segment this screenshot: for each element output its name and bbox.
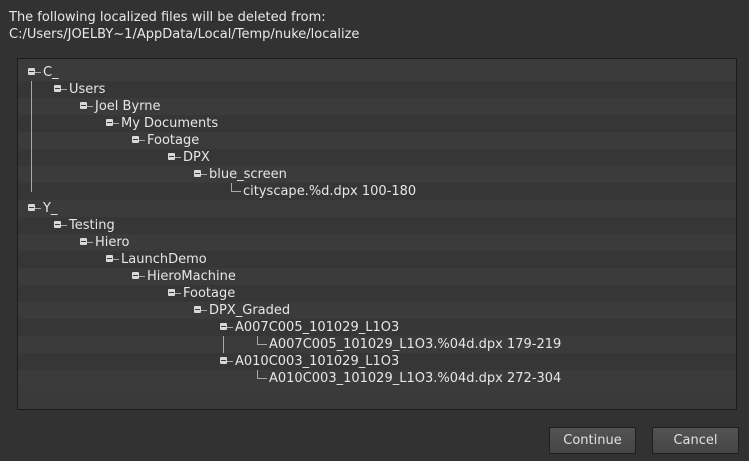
message-line-1: The following localized files will be de… bbox=[9, 10, 326, 25]
tree-branch-line bbox=[139, 276, 145, 277]
tree-item[interactable]: Footage bbox=[18, 285, 736, 302]
tree-item-label: C_ bbox=[43, 65, 59, 80]
tree-item[interactable]: A010C003_101029_L1O3 bbox=[18, 353, 736, 370]
tree-item-label: Users bbox=[69, 82, 106, 97]
tree-item[interactable]: Joel Byrne bbox=[18, 98, 736, 115]
tree-branch-line bbox=[257, 344, 267, 345]
tree-item-label: Y_ bbox=[43, 201, 58, 216]
tree-item-label: HieroMachine bbox=[147, 269, 236, 284]
tree-item-label: A010C003_101029_L1O3 bbox=[235, 354, 400, 369]
tree-branch-line bbox=[201, 310, 207, 311]
tree-item-label: DPX bbox=[183, 150, 210, 165]
tree-item-label: DPX_Graded bbox=[209, 303, 291, 318]
tree-item-label: blue_screen bbox=[209, 167, 287, 182]
tree-guide-line bbox=[31, 166, 32, 183]
tree-item-label: LaunchDemo bbox=[121, 252, 207, 267]
collapse-icon[interactable] bbox=[106, 255, 113, 262]
file-tree[interactable]: C_ Users Joel Byrne My Documents Footage… bbox=[17, 58, 737, 410]
tree-branch-line bbox=[61, 89, 67, 90]
tree-branch-line bbox=[113, 123, 119, 124]
tree-item[interactable]: Testing bbox=[18, 217, 736, 234]
message-path: C:/Users/JOELBY~1/AppData/Local/Temp/nuk… bbox=[9, 27, 360, 42]
tree-item-label: A007C005_101029_L1O3 bbox=[235, 320, 400, 335]
tree-rows: C_ Users Joel Byrne My Documents Footage… bbox=[18, 64, 736, 387]
tree-item[interactable]: cityscape.%d.dpx 100-180 bbox=[18, 183, 736, 200]
tree-item[interactable]: C_ bbox=[18, 64, 736, 81]
collapse-icon[interactable] bbox=[220, 357, 227, 364]
tree-item[interactable]: DPX bbox=[18, 149, 736, 166]
tree-guide-line bbox=[31, 98, 32, 115]
tree-branch-line bbox=[61, 225, 67, 226]
tree-item[interactable]: A010C003_101029_L1O3.%04d.dpx 272-304 bbox=[18, 370, 736, 387]
tree-guide-line bbox=[31, 183, 32, 192]
tree-branch-line bbox=[175, 157, 181, 158]
tree-branch-line bbox=[227, 361, 233, 362]
tree-item[interactable]: LaunchDemo bbox=[18, 251, 736, 268]
tree-item-label: A010C003_101029_L1O3.%04d.dpx 272-304 bbox=[269, 371, 562, 386]
tree-guide-line bbox=[223, 336, 224, 353]
collapse-icon[interactable] bbox=[54, 221, 61, 228]
tree-branch-line bbox=[35, 208, 41, 209]
collapse-icon[interactable] bbox=[80, 238, 87, 245]
tree-item[interactable]: Users bbox=[18, 81, 736, 98]
tree-item[interactable]: HieroMachine bbox=[18, 268, 736, 285]
tree-branch-line bbox=[201, 174, 207, 175]
tree-item[interactable]: A007C005_101029_L1O3 bbox=[18, 319, 736, 336]
tree-branch-line bbox=[35, 72, 41, 73]
localize-delete-dialog: The following localized files will be de… bbox=[0, 0, 749, 461]
tree-item-label: A007C005_101029_L1O3.%04d.dpx 179-219 bbox=[269, 337, 562, 352]
tree-item[interactable]: Hiero bbox=[18, 234, 736, 251]
collapse-icon[interactable] bbox=[132, 136, 139, 143]
tree-guide-line bbox=[31, 115, 32, 132]
tree-guide-line bbox=[31, 81, 32, 98]
collapse-icon[interactable] bbox=[80, 102, 87, 109]
tree-item-label: My Documents bbox=[121, 116, 219, 131]
tree-branch-line bbox=[175, 293, 181, 294]
tree-branch-line bbox=[257, 378, 267, 379]
collapse-icon[interactable] bbox=[132, 272, 139, 279]
tree-item-label: Footage bbox=[147, 133, 200, 148]
tree-item[interactable]: My Documents bbox=[18, 115, 736, 132]
tree-item-label: Footage bbox=[183, 286, 236, 301]
collapse-icon[interactable] bbox=[194, 306, 201, 313]
tree-guide-line bbox=[31, 132, 32, 149]
tree-item-label: cityscape.%d.dpx 100-180 bbox=[243, 184, 417, 199]
tree-item[interactable]: DPX_Graded bbox=[18, 302, 736, 319]
tree-branch-line bbox=[87, 242, 93, 243]
tree-branch-line bbox=[87, 106, 93, 107]
collapse-icon[interactable] bbox=[106, 119, 113, 126]
collapse-icon[interactable] bbox=[168, 153, 175, 160]
collapse-icon[interactable] bbox=[194, 170, 201, 177]
tree-item[interactable]: A007C005_101029_L1O3.%04d.dpx 179-219 bbox=[18, 336, 736, 353]
tree-item[interactable]: Footage bbox=[18, 132, 736, 149]
collapse-icon[interactable] bbox=[28, 68, 35, 75]
collapse-icon[interactable] bbox=[54, 85, 61, 92]
collapse-icon[interactable] bbox=[220, 323, 227, 330]
tree-item[interactable]: Y_ bbox=[18, 200, 736, 217]
dialog-message: The following localized files will be de… bbox=[9, 9, 359, 43]
tree-guide-line bbox=[31, 149, 32, 166]
tree-branch-line bbox=[139, 140, 145, 141]
collapse-icon[interactable] bbox=[28, 204, 35, 211]
tree-item[interactable]: blue_screen bbox=[18, 166, 736, 183]
tree-item-label: Hiero bbox=[95, 235, 130, 250]
tree-branch-line bbox=[227, 327, 233, 328]
continue-button[interactable]: Continue bbox=[549, 427, 636, 454]
tree-item-label: Joel Byrne bbox=[95, 99, 161, 114]
tree-branch-line bbox=[113, 259, 119, 260]
cancel-button[interactable]: Cancel bbox=[652, 427, 739, 454]
tree-branch-line bbox=[231, 191, 241, 192]
collapse-icon[interactable] bbox=[168, 289, 175, 296]
tree-item-label: Testing bbox=[69, 218, 115, 233]
